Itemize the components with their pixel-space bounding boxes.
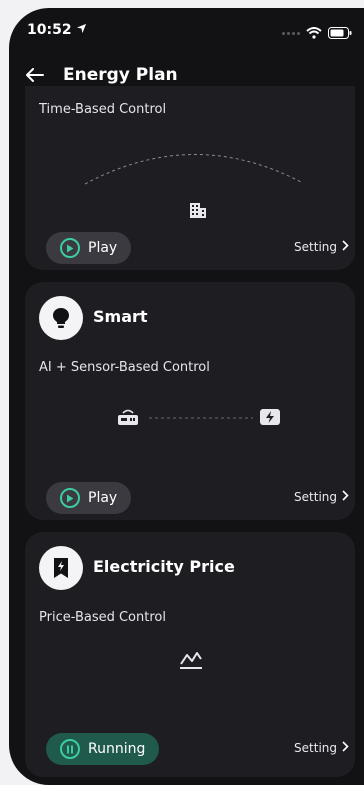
play-label: Play xyxy=(88,240,118,256)
setting-link[interactable]: Setting xyxy=(294,240,349,254)
connection-line xyxy=(149,417,253,419)
chevron-right-icon xyxy=(341,741,349,755)
phone-screen: 10:52 Energy Plan Time-Based Control Pla… xyxy=(9,8,364,785)
chevron-right-icon xyxy=(341,240,349,254)
plan-card-time[interactable]: Time-Based Control Play Setting xyxy=(25,86,355,270)
status-bar: 10:52 xyxy=(9,8,364,56)
battery-icon xyxy=(328,24,352,43)
router-icon xyxy=(117,408,139,426)
chevron-right-icon xyxy=(341,490,349,504)
setting-label: Setting xyxy=(294,240,337,254)
plan-card-smart[interactable]: Smart AI + Sensor-Based Control Play Set… xyxy=(25,282,355,520)
price-chart-icon xyxy=(179,650,203,670)
play-label: Play xyxy=(88,490,118,506)
price-tag-icon xyxy=(39,546,83,590)
setting-label: Setting xyxy=(294,741,337,755)
plan-subtitle: Price-Based Control xyxy=(39,610,166,625)
location-arrow-icon xyxy=(76,22,87,38)
setting-link[interactable]: Setting xyxy=(294,741,349,755)
running-button[interactable]: Running xyxy=(46,733,160,765)
plan-name: Smart xyxy=(93,307,148,326)
play-icon xyxy=(60,488,80,508)
signal-dots-icon xyxy=(282,32,300,35)
bulb-icon xyxy=(39,296,83,340)
play-icon xyxy=(60,238,80,258)
plan-subtitle: Time-Based Control xyxy=(39,102,167,117)
plan-name: Electricity Price xyxy=(93,557,235,576)
schedule-arc xyxy=(84,154,302,185)
play-button[interactable]: Play xyxy=(46,482,132,514)
running-label: Running xyxy=(88,741,146,757)
setting-link[interactable]: Setting xyxy=(294,490,349,504)
play-button[interactable]: Play xyxy=(46,232,132,264)
charger-icon xyxy=(259,408,281,426)
setting-label: Setting xyxy=(294,490,337,504)
status-icons xyxy=(282,24,352,43)
plan-card-electricity-price[interactable]: Electricity Price Price-Based Control Ru… xyxy=(25,532,355,777)
plan-subtitle: AI + Sensor-Based Control xyxy=(39,360,210,375)
page-title: Energy Plan xyxy=(63,65,178,85)
back-button[interactable] xyxy=(23,64,47,88)
pause-icon xyxy=(60,739,80,759)
status-time-text: 10:52 xyxy=(27,22,72,38)
back-arrow-icon xyxy=(26,67,44,86)
wifi-icon xyxy=(306,24,322,43)
status-time: 10:52 xyxy=(27,22,87,38)
building-icon xyxy=(188,200,208,220)
